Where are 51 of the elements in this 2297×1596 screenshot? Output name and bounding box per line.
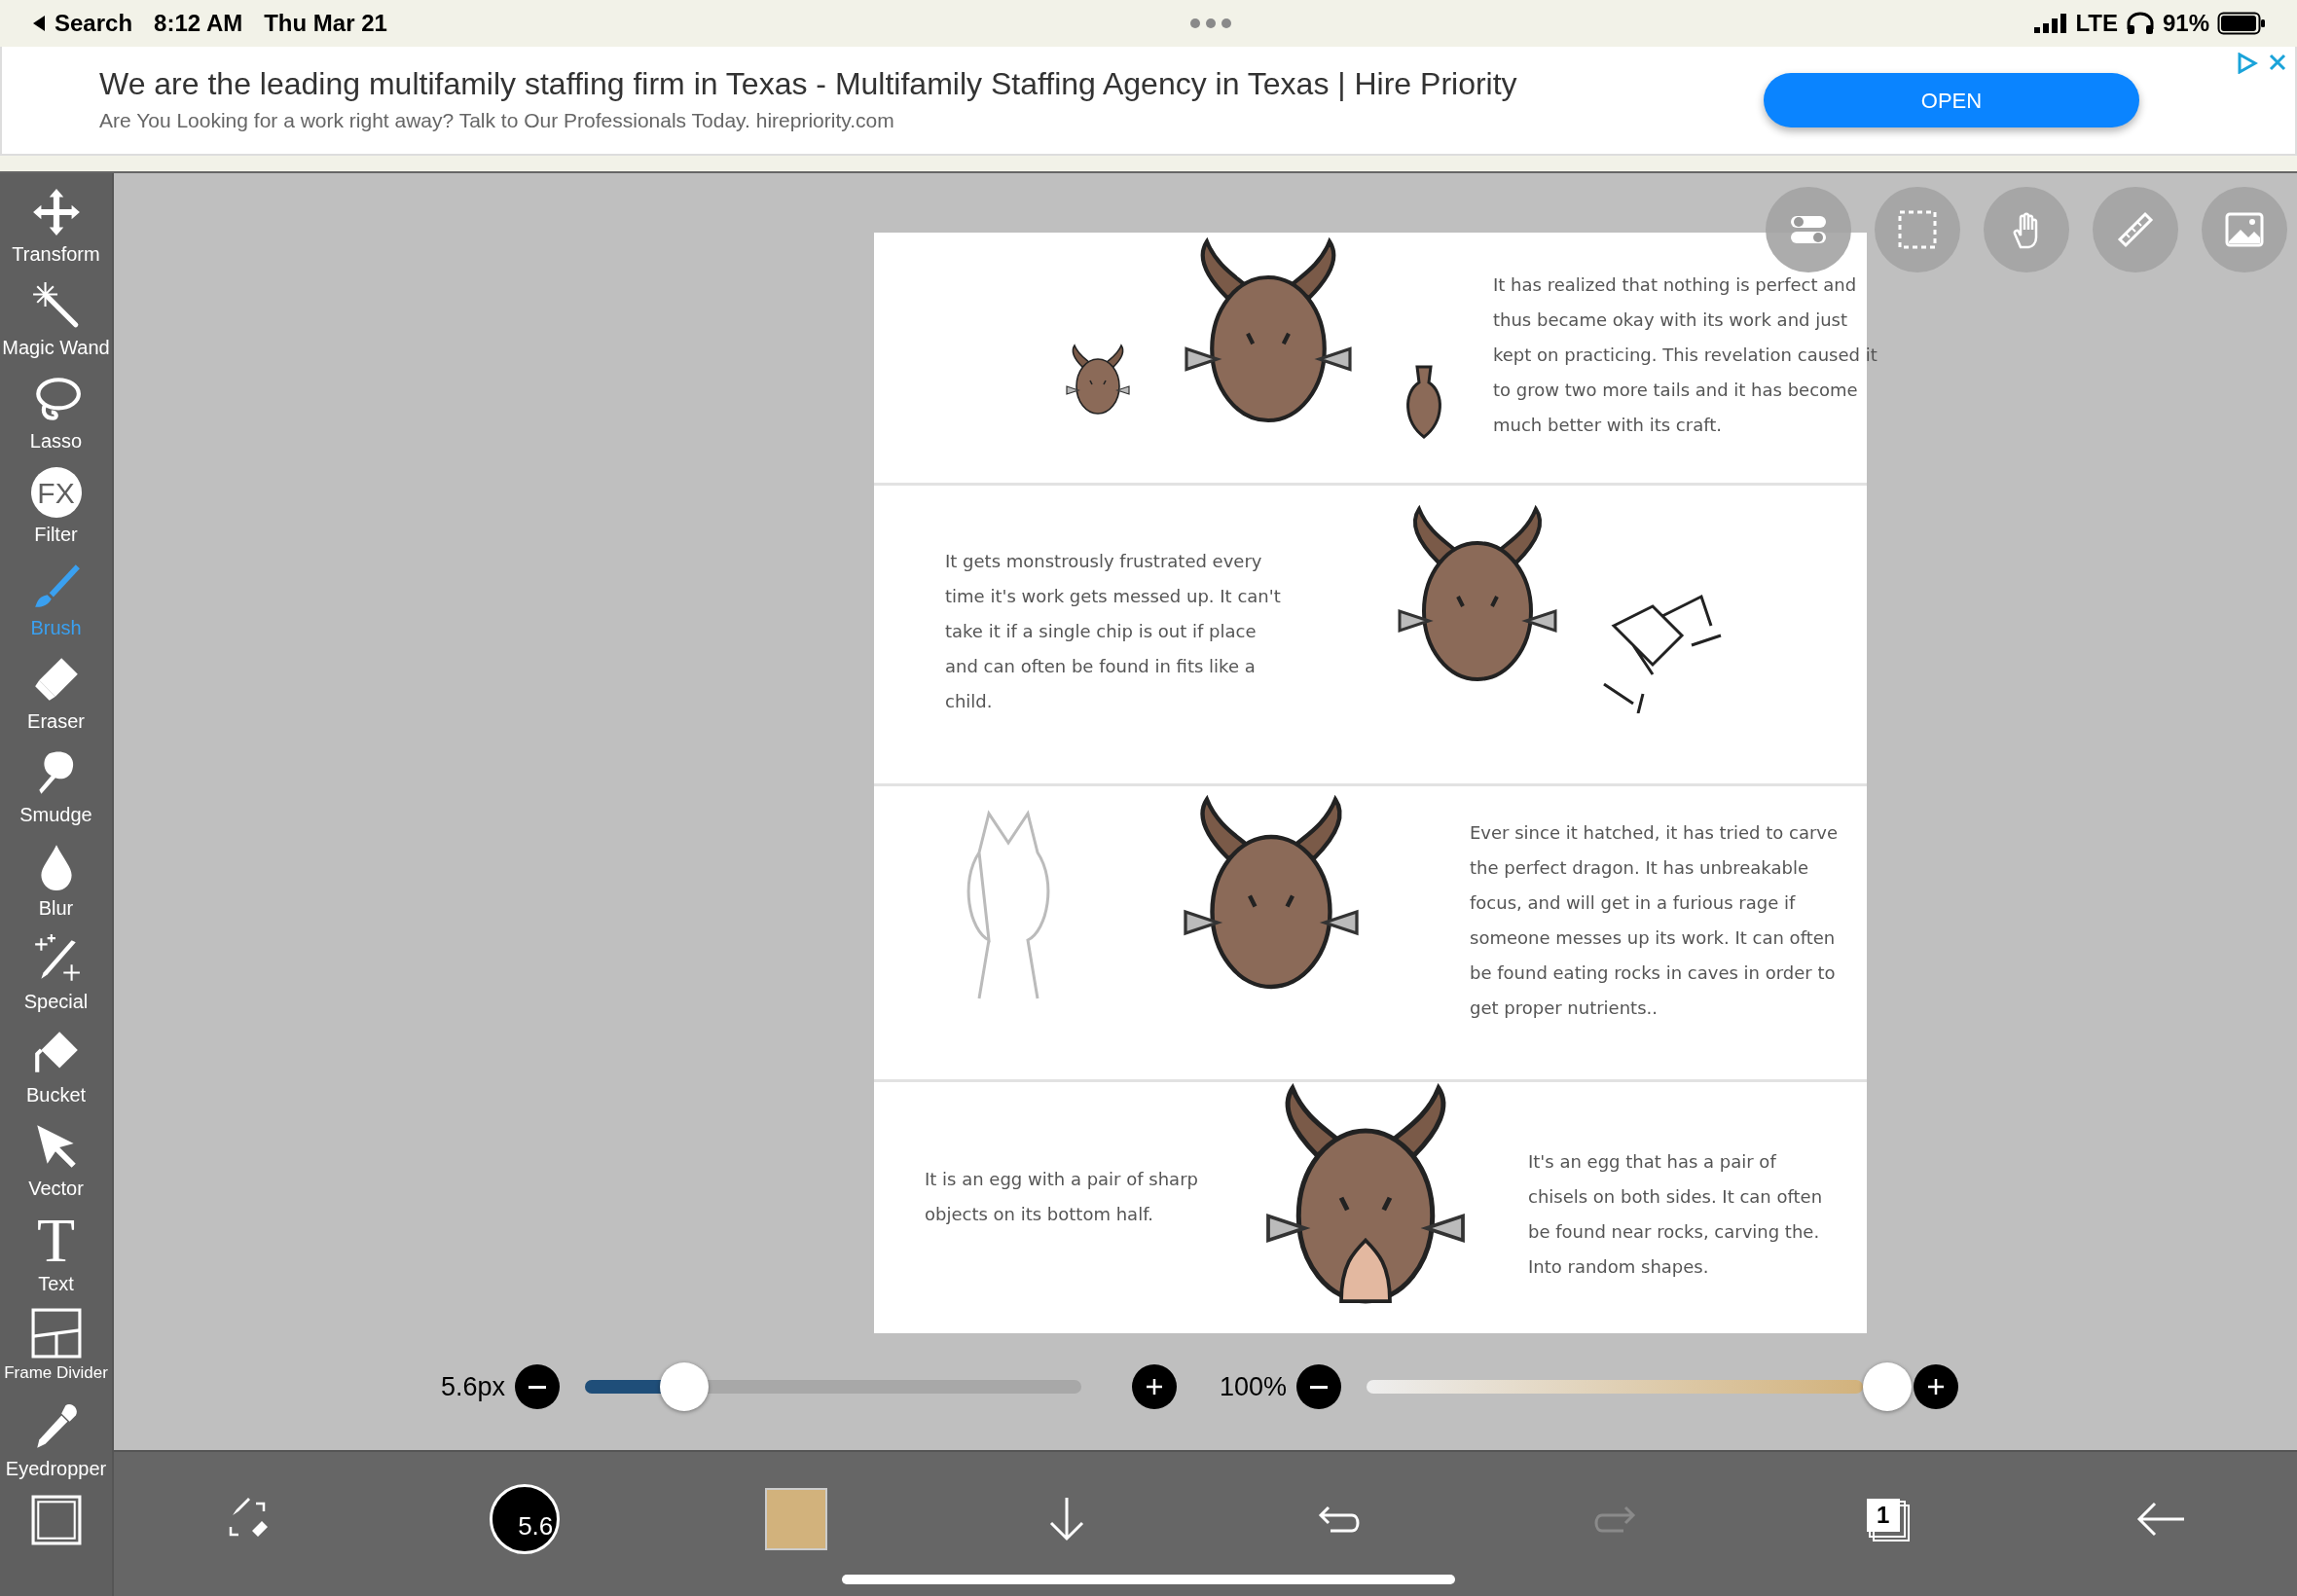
text-tool-icon: T bbox=[36, 1215, 76, 1267]
layer-count: 1 bbox=[1866, 1499, 1900, 1532]
slider-reading: 5.6px bbox=[441, 1370, 506, 1403]
tool-button[interactable]: T Text bbox=[0, 1211, 112, 1304]
caption-text: It has realized that nothing is perfect and thus became okay with its work and just kept on practicing. This revelation caused it to grow two more tails and it has become much better with its craft. bbox=[1493, 273, 1878, 437]
tool-button[interactable]: Transform bbox=[0, 183, 112, 276]
tool-button[interactable]: FX Filter bbox=[0, 463, 112, 557]
increase-button[interactable] bbox=[1132, 1364, 1178, 1409]
tool-button[interactable]: Eyedropper bbox=[0, 1397, 112, 1491]
square-frame-icon bbox=[30, 1495, 82, 1545]
tool-button[interactable]: Vector bbox=[0, 1117, 112, 1211]
layers-button[interactable]: 1 bbox=[1852, 1485, 1921, 1553]
decrease-button[interactable] bbox=[1296, 1364, 1342, 1409]
tool-button[interactable]: Magic Wand bbox=[0, 276, 112, 370]
date-label: Thu Mar 21 bbox=[264, 9, 387, 38]
tool-button[interactable]: Lasso bbox=[0, 370, 112, 463]
slider-thumb[interactable] bbox=[659, 1362, 709, 1411]
battery-icon bbox=[2217, 12, 2266, 35]
open-button[interactable]: OPEN bbox=[1764, 73, 2139, 127]
ad-subtitle: Are You Looking for a work right away? Talk to Our Professionals Today. hirepriority.com bbox=[99, 108, 895, 134]
fx-icon: FX bbox=[30, 467, 82, 518]
slider-thumb[interactable] bbox=[1863, 1362, 1913, 1411]
tool-button[interactable]: Frame Divider bbox=[0, 1304, 112, 1397]
increase-button[interactable] bbox=[1914, 1364, 1959, 1409]
ad-title[interactable]: We are the leading multifamily staffing firm in Texas - Multifamily Staffing Agency in Texas | Hire Priority bbox=[99, 64, 1764, 104]
caption-text: Ever since it hatched, it has tried to carve the perfect dragon. It has unbreakable focus, and will get in a furious rage if someone messes up its work. It can often be found eating rocks in caves in order to get proper nutrients.. bbox=[1470, 821, 1839, 1020]
tool-button[interactable]: Special bbox=[0, 930, 112, 1024]
ad-choices-icon bbox=[2237, 53, 2258, 74]
headphones-icon bbox=[2125, 12, 2155, 35]
color-swatch-button[interactable] bbox=[765, 1488, 828, 1550]
slider-reading: 100% bbox=[1220, 1370, 1288, 1403]
caption-text: It's an egg that has a pair of chisels on both sides. It can often be found near rocks, carving the. Into random shapes. bbox=[1528, 1150, 1823, 1279]
network-label: LTE bbox=[2075, 9, 2118, 38]
brush-size-button[interactable]: 5.6 bbox=[490, 1484, 561, 1554]
decrease-button[interactable] bbox=[515, 1364, 561, 1409]
tool-button[interactable]: Blur bbox=[0, 837, 112, 930]
minus-icon bbox=[1310, 1385, 1329, 1389]
minus-icon bbox=[529, 1385, 547, 1389]
multitask-dots-icon bbox=[1189, 18, 1233, 29]
battery-percent: 91% bbox=[2162, 9, 2209, 38]
back-icon bbox=[31, 15, 47, 32]
caption-text: It gets monstrously frustrated every time it's work gets messed up. It can't take it if a single chip is out if place and can often be found in fits like a child. bbox=[945, 550, 1281, 713]
clock-time: 8:12 AM bbox=[154, 9, 243, 38]
frame-grid-icon bbox=[30, 1308, 82, 1359]
tool-button[interactable]: Smudge bbox=[0, 744, 112, 837]
tool-button[interactable]: Bucket bbox=[0, 1024, 112, 1117]
back-link[interactable]: Search bbox=[55, 6, 133, 41]
close-icon bbox=[2268, 53, 2287, 72]
signal-icon bbox=[2034, 14, 2068, 33]
tool-button[interactable]: Eraser bbox=[0, 650, 112, 744]
caption-text: It is an egg with a pair of sharp objects on its bottom half. bbox=[925, 1168, 1198, 1226]
